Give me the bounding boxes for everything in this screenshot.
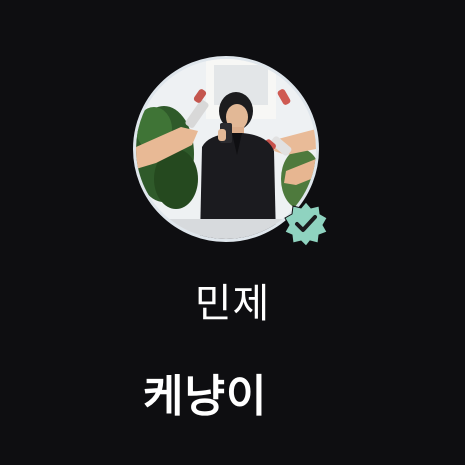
profile-subtitle: 케냥이 [143,371,268,422]
verified-badge-icon [283,200,329,247]
avatar-container [133,56,333,247]
profile-name: 민제 [194,281,271,327]
profile-screen: 민제 케냥이 [0,0,465,465]
